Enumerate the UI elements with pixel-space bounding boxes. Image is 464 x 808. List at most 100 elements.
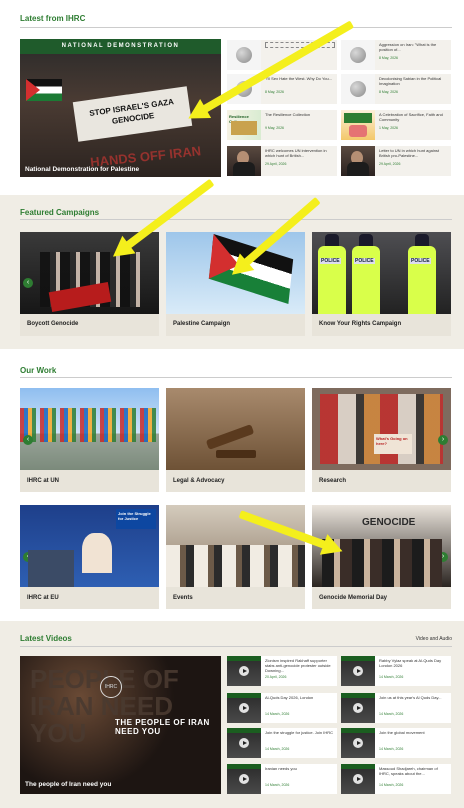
video-item[interactable]: Al-Quds Day 2026, London 14 March, 2026: [227, 693, 337, 723]
video-item[interactable]: Join the global movement 14 March, 2026: [341, 728, 451, 758]
news-title: Aggression on Iran: "What is the positio…: [379, 42, 437, 52]
prev-arrow-icon[interactable]: ‹: [23, 435, 33, 445]
campaign-image: [312, 232, 451, 314]
campaign-card-boycott[interactable]: ‹ Boycott Genocide: [20, 232, 159, 336]
play-icon: [353, 774, 363, 784]
work-card-events[interactable]: Events: [166, 505, 305, 609]
channel-logo-icon: IHRC: [100, 676, 122, 698]
video-thumbnail: [227, 693, 261, 723]
video-item[interactable]: Zionism inspired Rakhaff supporter stabs…: [227, 656, 337, 686]
work-image: ‹: [20, 388, 159, 470]
news-item[interactable]: A Celebration of Sacrifice, Faith and Co…: [341, 110, 451, 140]
section-divider: [20, 219, 452, 220]
police-officer-image: [318, 234, 346, 314]
news-thumbnail: [341, 146, 375, 176]
video-title: Massoud Shadjareh, chairman of IHRC, spe…: [379, 766, 438, 776]
video-caption: The people of Iran need you: [25, 781, 112, 788]
play-icon: [353, 703, 363, 713]
news-item[interactable]: Decolonising Sabian in the Political Ima…: [341, 74, 451, 104]
work-image: What's Going on here? ›: [312, 388, 451, 470]
news-item[interactable]: IHRC welcomes UN intervention in which h…: [227, 146, 337, 176]
campaign-label: Palestine Campaign: [173, 321, 231, 327]
video-date: 14 March, 2026: [379, 747, 404, 751]
work-image: Join the Struggle for Justice ‹: [20, 505, 159, 587]
video-thumbnail: [227, 764, 261, 794]
news-item[interactable]: The Resilience Collection 9 May, 2026: [227, 110, 337, 140]
work-image: [166, 505, 305, 587]
video-date: 14 March, 2026: [379, 712, 404, 716]
video-thumbnail: [227, 656, 261, 686]
work-label: IHRC at UN: [27, 478, 60, 484]
news-thumbnail: [341, 74, 375, 104]
video-item[interactable]: Join the struggle for justice. Join IHRC…: [227, 728, 337, 758]
work-card-research[interactable]: What's Going on here? › Research: [312, 388, 451, 492]
video-date: 14 March, 2026: [379, 783, 404, 787]
work-card-legal[interactable]: Legal & Advocacy: [166, 388, 305, 492]
play-icon: [239, 666, 249, 676]
play-icon: [239, 703, 249, 713]
section-divider: [20, 27, 452, 28]
news-thumbnail: [341, 40, 375, 70]
campaign-label: Know Your Rights Campaign: [319, 321, 402, 327]
police-officer-image: [408, 234, 436, 314]
hero-caption: National Demonstration for Palestine: [25, 166, 140, 173]
news-date: 8 May, 2026: [379, 90, 399, 94]
work-card-un[interactable]: ‹ IHRC at UN: [20, 388, 159, 492]
news-thumbnail: [341, 110, 375, 140]
video-title: Rabby Vylaz speak at Al-Quds Day London …: [379, 658, 442, 668]
video-thumbnail: [341, 656, 375, 686]
video-title: Join the global movement: [379, 730, 425, 735]
video-title: Join the struggle for justice. Join IHRC: [265, 730, 334, 735]
news-date: 9 May, 2026: [265, 126, 285, 130]
news-date: 29 April, 2026: [379, 162, 401, 166]
eu-sign: Join the Struggle for Justice: [116, 509, 156, 529]
play-icon: [353, 738, 363, 748]
news-thumbnail: [227, 146, 261, 176]
research-sign: What's Going on here?: [374, 434, 412, 454]
video-date: 20 April, 2026: [265, 675, 287, 679]
next-arrow-icon[interactable]: ›: [438, 435, 448, 445]
video-title: Iranian needs you: [265, 766, 297, 771]
campaign-image: ‹: [20, 232, 159, 314]
section-title-ourwork: Our Work: [20, 366, 57, 375]
latest-videos-section: Latest Videos Video and Audio PEOPLE OF …: [0, 621, 464, 808]
campaign-label: Boycott Genocide: [27, 321, 79, 327]
video-item[interactable]: Join us at this year's Al Quds Day... 14…: [341, 693, 451, 723]
news-date: 8 May, 2026: [379, 56, 399, 60]
campaign-card-rights[interactable]: Know Your Rights Campaign: [312, 232, 451, 336]
work-label: Legal & Advocacy: [173, 478, 225, 484]
palestine-flag-image: [26, 79, 62, 101]
next-arrow-icon[interactable]: ›: [438, 552, 448, 562]
section-title-featured: Featured Campaigns: [20, 208, 100, 217]
video-date: 14 March, 2026: [265, 783, 290, 787]
news-thumbnail: [227, 110, 261, 140]
our-work-section: Our Work ‹ IHRC at UN Legal & Advocacy W…: [0, 349, 464, 621]
news-title: A Celebration of Sacrifice, Faith and Co…: [379, 112, 443, 122]
video-thumbnail: [341, 693, 375, 723]
play-icon: [353, 666, 363, 676]
campaign-card-palestine[interactable]: Palestine Campaign: [166, 232, 305, 336]
video-audio-link[interactable]: Video and Audio: [416, 636, 452, 642]
prev-arrow-icon[interactable]: ‹: [23, 552, 33, 562]
news-item[interactable]: Letter to UN in which hunt against Briti…: [341, 146, 451, 176]
video-item[interactable]: Iranian needs you 14 March, 2026: [227, 764, 337, 794]
prev-arrow-icon[interactable]: ‹: [23, 278, 33, 288]
video-thumbnail: [341, 728, 375, 758]
video-item[interactable]: Rabby Vylaz speak at Al-Quds Day London …: [341, 656, 451, 686]
play-icon: [239, 774, 249, 784]
video-item[interactable]: Massoud Shadjareh, chairman of IHRC, spe…: [341, 764, 451, 794]
work-label: IHRC at EU: [27, 595, 59, 601]
news-title: IHRC welcomes UN intervention in which h…: [265, 148, 327, 158]
work-label: Genocide Memorial Day: [319, 595, 388, 601]
work-card-eu[interactable]: Join the Struggle for Justice ‹ IHRC at …: [20, 505, 159, 609]
section-divider: [20, 646, 452, 647]
video-title: Zionism inspired Rakhaff supporter stabs…: [265, 658, 331, 673]
video-title: Al-Quds Day 2026, London: [265, 695, 314, 700]
work-label: Research: [319, 478, 347, 484]
work-label: Events: [173, 595, 193, 601]
featured-video[interactable]: PEOPLE OF IRAN NEED YOU IHRC THE PEOPLE …: [20, 656, 221, 794]
news-item[interactable]: Aggression on Iran: "What is the positio…: [341, 40, 451, 70]
news-date: 29 April, 2026: [265, 162, 287, 166]
police-officer-image: [352, 234, 380, 314]
news-date: 8 May, 2026: [265, 90, 285, 94]
